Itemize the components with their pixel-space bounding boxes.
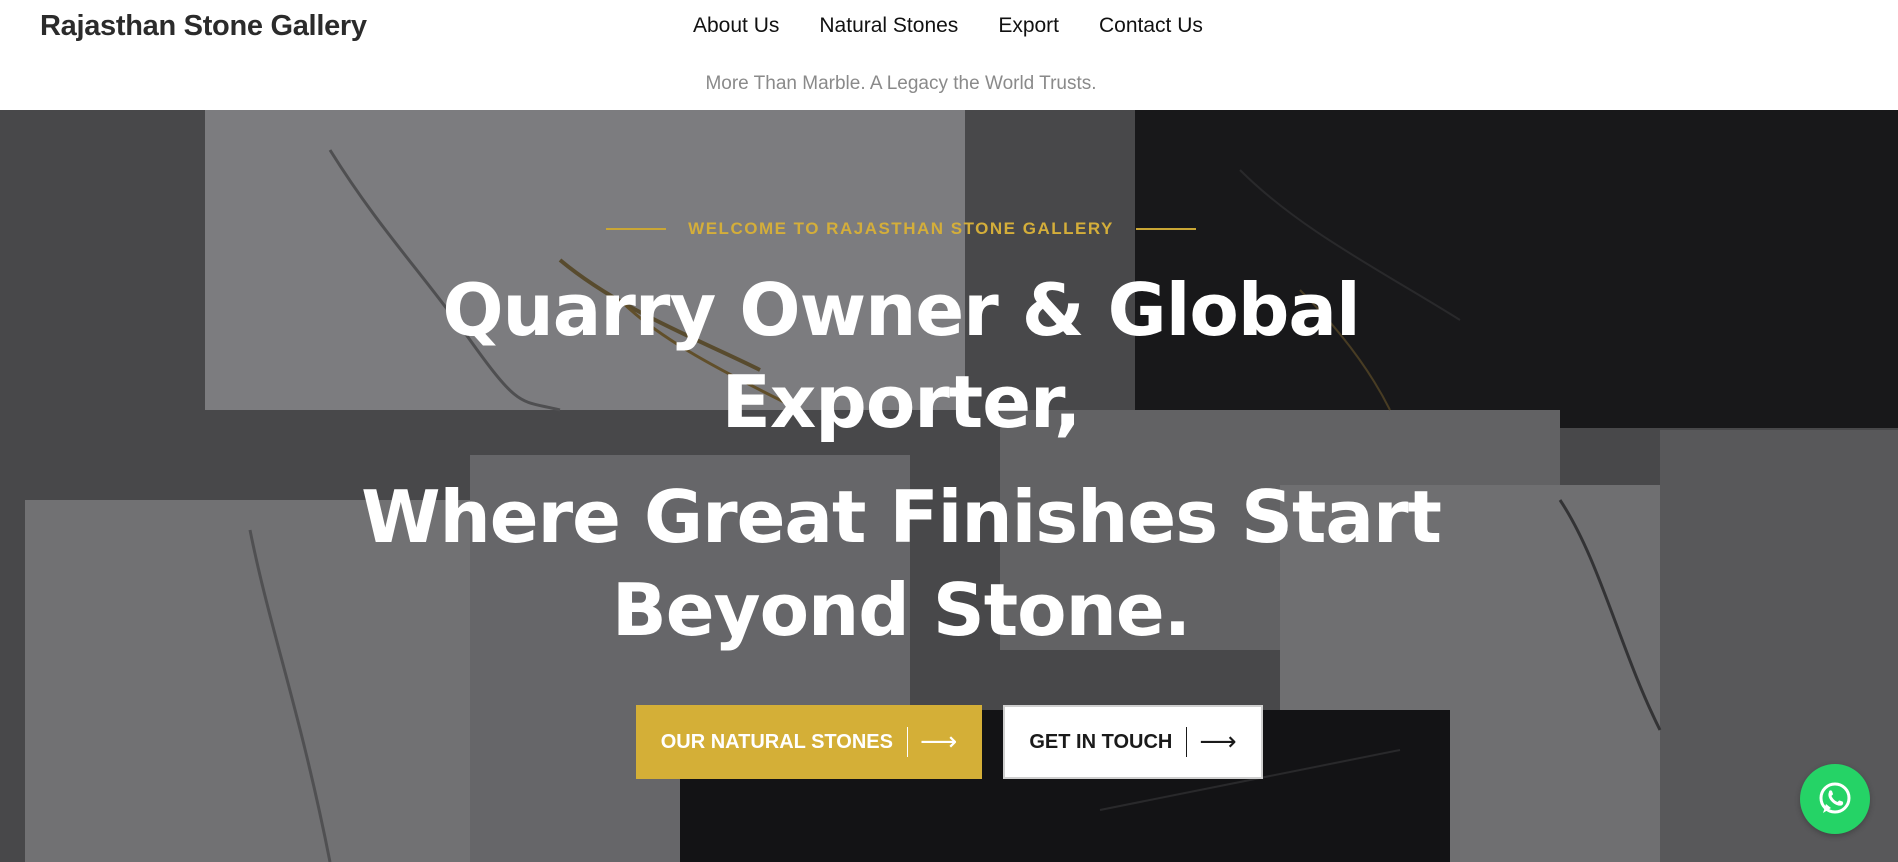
get-in-touch-button-label: GET IN TOUCH	[1029, 730, 1173, 753]
hero-headline-line-2: Exporter,	[721, 360, 1082, 444]
site-header: Rajasthan Stone Gallery About Us Natural…	[0, 0, 1898, 110]
arrow-right-icon: ⟶	[919, 727, 958, 757]
whatsapp-chat-button[interactable]	[1800, 764, 1870, 834]
hero-eyebrow: WELCOME TO RAJASTHAN STONE GALLERY	[688, 219, 1114, 238]
hero-section: WELCOME TO RAJASTHAN STONE GALLERY Quarr…	[0, 110, 1898, 862]
our-natural-stones-button-label: OUR NATURAL STONES	[660, 730, 893, 753]
button-separator	[906, 727, 908, 757]
nav-link-export[interactable]: Export	[998, 14, 1059, 38]
hero-headline-line-3: Where Great Finishes Start	[361, 475, 1442, 559]
tagline: More Than Marble. A Legacy the World Tru…	[0, 73, 1898, 95]
hero-headline-line-4: Beyond Stone.	[611, 568, 1191, 652]
hero-eyebrow-row: WELCOME TO RAJASTHAN STONE GALLERY	[0, 217, 1898, 239]
eyebrow-left-rule	[606, 228, 667, 230]
main-nav: About Us Natural Stones Export Contact U…	[693, 14, 1243, 38]
eyebrow-right-rule	[1135, 228, 1196, 230]
arrow-right-icon: ⟶	[1199, 727, 1237, 757]
get-in-touch-button[interactable]: GET IN TOUCH ⟶	[1003, 705, 1263, 779]
nav-link-contact-us[interactable]: Contact Us	[1099, 14, 1203, 38]
whatsapp-icon	[1819, 782, 1851, 814]
button-separator	[1186, 727, 1188, 757]
hero-headline-line-1: Quarry Owner & Global	[442, 268, 1360, 352]
nav-link-natural-stones[interactable]: Natural Stones	[819, 14, 958, 38]
tagline-text: More Than Marble. A Legacy the World Tru…	[705, 73, 1097, 94]
brand-logo-text[interactable]: Rajasthan Stone Gallery	[40, 10, 367, 43]
nav-link-about-us[interactable]: About Us	[693, 14, 779, 38]
our-natural-stones-button[interactable]: OUR NATURAL STONES ⟶	[636, 705, 982, 779]
